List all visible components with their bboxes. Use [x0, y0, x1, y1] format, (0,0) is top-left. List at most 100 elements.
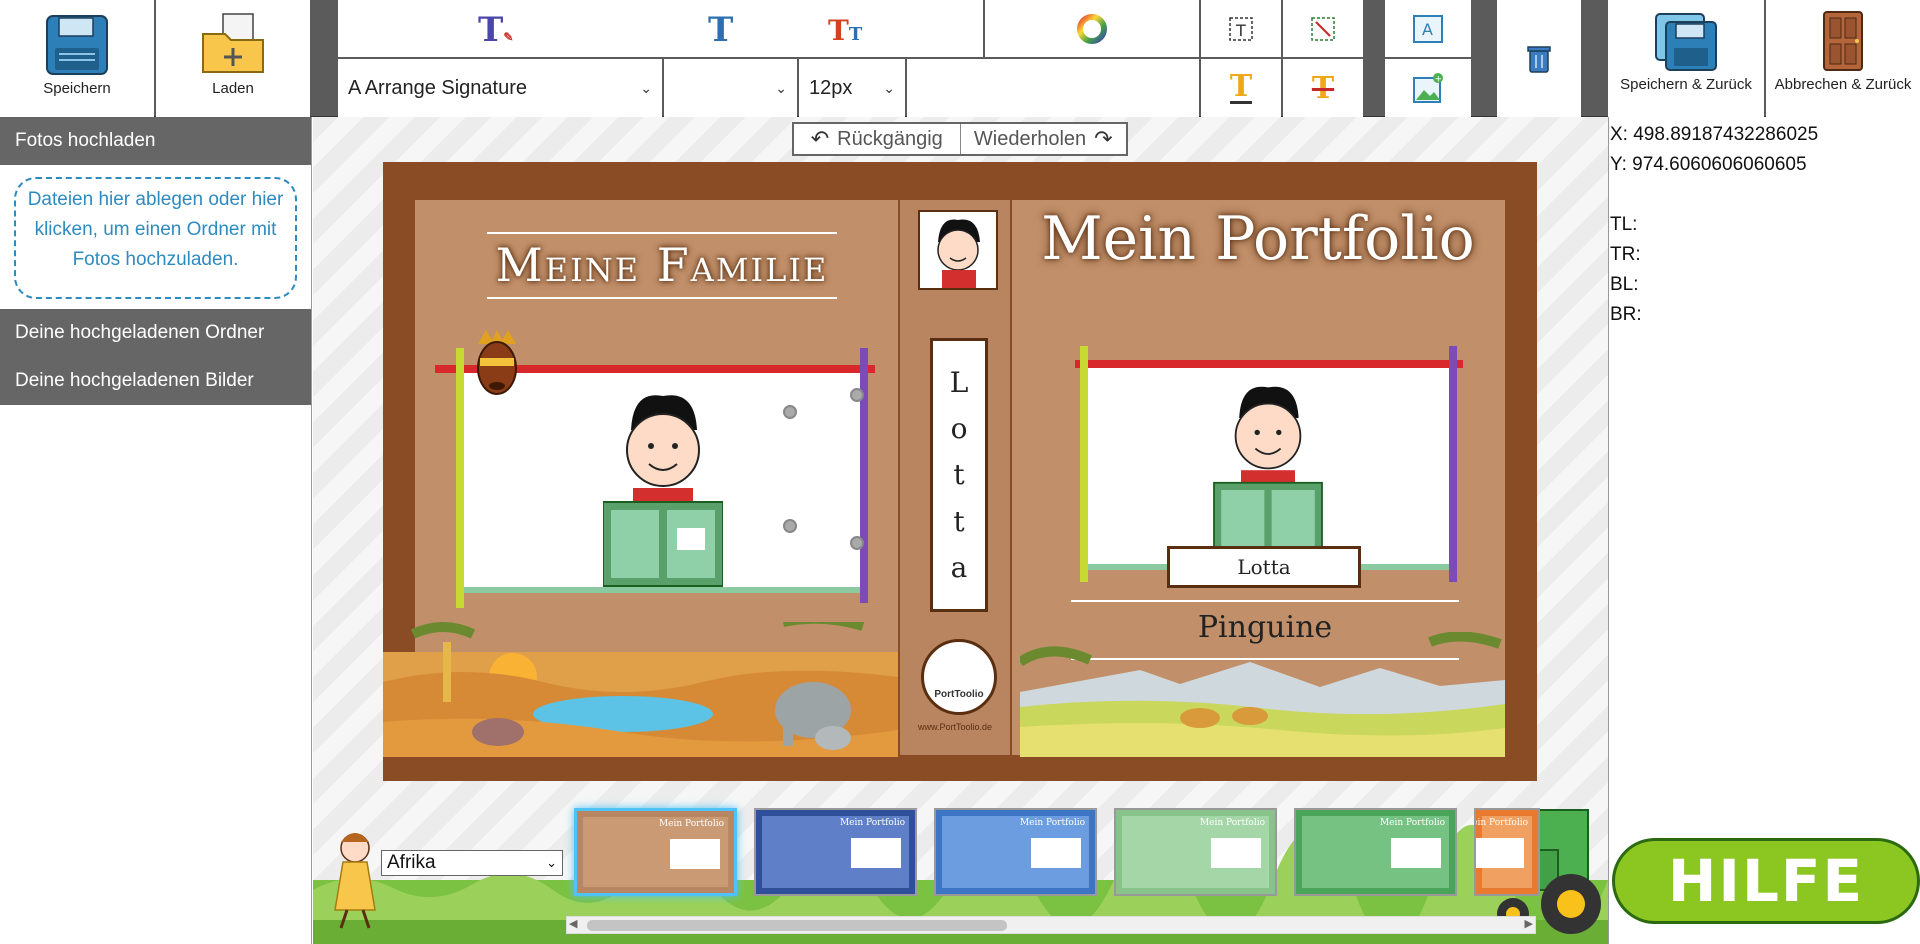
load-label: Laden	[212, 80, 254, 97]
thumbnail-title: Mein Portfolio	[839, 818, 905, 828]
divider	[487, 232, 837, 234]
thumbnail-photo	[1391, 838, 1441, 868]
thumbnail-preview: Mein Portfolio	[1122, 816, 1269, 888]
redo-label: Wiederholen	[973, 127, 1087, 150]
uploaded-section: Deine hochgeladenen Ordner Deine hochgel…	[0, 309, 311, 405]
save-and-back-button[interactable]: Speichern & Zurück	[1608, 0, 1764, 117]
x-coordinate: X: 498.89187432286025	[1610, 124, 1819, 145]
save-stack-icon	[1655, 13, 1717, 71]
svg-text:+: +	[1435, 75, 1443, 85]
template-thumbnail[interactable]: Mein Portfolio	[1474, 808, 1540, 896]
thumbnail-scrollbar[interactable]: ◀ ▶	[566, 916, 1536, 934]
top-right-corner: TR:	[1610, 244, 1641, 265]
front-title[interactable]: Mein Portfolio	[1023, 204, 1493, 274]
scroll-right-icon[interactable]: ▶	[1525, 917, 1533, 930]
chevron-down-icon: ⌄	[546, 855, 557, 870]
floppy-disk-icon	[46, 15, 108, 75]
resize-handle[interactable]	[850, 388, 864, 402]
thumbnail-title: Mein Portfolio	[1379, 818, 1445, 828]
thumbnail-photo	[1031, 838, 1081, 868]
spine-letter: t	[953, 458, 965, 492]
undo-label: Rückgängig	[837, 127, 943, 150]
spine-name-box[interactable]: L o t t a	[930, 338, 988, 612]
underline-button[interactable]: T	[1201, 59, 1281, 117]
redo-button[interactable]: Wiederholen ↷	[961, 124, 1127, 154]
porttoolio-logo: PortToolio	[921, 639, 997, 715]
save-button[interactable]: Speichern	[0, 0, 154, 117]
african-mask-icon	[477, 330, 517, 395]
theme-value: Afrika	[387, 852, 436, 873]
frame-left-stripe	[1080, 346, 1088, 582]
scroll-left-icon[interactable]: ◀	[569, 917, 577, 930]
font-weight-select[interactable]: ⌄	[664, 59, 797, 117]
savanna-landscape-back	[383, 622, 898, 757]
text-frame-button[interactable]: T	[1201, 0, 1281, 57]
resize-handle[interactable]	[783, 519, 797, 533]
text-strikethrough-icon: T	[1311, 70, 1335, 106]
template-thumbnail[interactable]: Mein Portfolio	[754, 808, 917, 896]
thumbnail-photo	[1476, 838, 1524, 868]
resize-handle[interactable]	[783, 405, 797, 419]
save-label: Speichern	[43, 80, 111, 97]
text-style-icon[interactable]: T	[708, 10, 733, 50]
name-label-box[interactable]: Lotta	[1167, 546, 1361, 588]
scrollbar-thumb[interactable]	[587, 920, 1007, 931]
folder-add-icon	[202, 13, 264, 73]
child-with-book-illustration	[1213, 386, 1323, 560]
divider	[487, 297, 837, 299]
spine-avatar[interactable]	[918, 210, 998, 290]
text-underline-icon: T	[1229, 68, 1253, 104]
template-thumbnail[interactable]: Mein Portfolio	[934, 808, 1097, 896]
text-color-field[interactable]	[907, 59, 1199, 117]
text-box-button[interactable]: A	[1385, 0, 1471, 57]
savanna-landscape-front	[1020, 632, 1505, 757]
text-color-icon[interactable]: TT	[828, 14, 862, 47]
frame-left-stripe	[456, 348, 464, 608]
portfolio-cover[interactable]: Meine Familie L o t t a PortToolio www.P…	[383, 162, 1537, 781]
y-coordinate: Y: 974.6060606060605	[1610, 154, 1807, 175]
spine-letter: t	[953, 504, 965, 538]
undo-button[interactable]: ↶ Rückgängig	[794, 124, 961, 154]
logo-text: PortToolio	[934, 689, 984, 700]
template-thumbnail[interactable]: Mein Portfolio	[1294, 808, 1457, 896]
add-text-icon[interactable]: T✎	[478, 10, 513, 50]
thumbnail-title: Mein Portfolio	[1476, 818, 1528, 828]
thumbnail-title: Mein Portfolio	[658, 819, 724, 829]
child-with-book-illustration	[603, 395, 723, 587]
image-box-button[interactable]: +	[1385, 59, 1471, 117]
cancel-and-back-label: Abbrechen & Zurück	[1774, 76, 1912, 93]
trash-icon	[1527, 45, 1551, 73]
photo-drop-zone[interactable]: Dateien hier ablegen oder hier klicken, …	[14, 177, 297, 299]
coordinates-panel: X: 498.89187432286025 Y: 974.60606060606…	[1608, 117, 1920, 944]
back-title[interactable]: Meine Familie	[487, 238, 837, 292]
strikethrough-button[interactable]: T	[1283, 59, 1363, 117]
upload-photos-heading[interactable]: Fotos hochladen	[0, 117, 311, 165]
transform-button[interactable]	[1283, 0, 1363, 57]
font-size-value: 12px	[809, 76, 853, 99]
uploaded-images-link[interactable]: Deine hochgeladenen Bilder	[0, 357, 311, 405]
load-button[interactable]: Laden	[156, 0, 310, 117]
font-size-select[interactable]: 12px ⌄	[799, 59, 905, 117]
font-family-select[interactable]: A Arrange Signature ⌄	[338, 59, 662, 117]
child-avatar-icon	[937, 219, 980, 288]
theme-select[interactable]: Afrika ⌄	[381, 850, 563, 876]
thumbnail-title: Mein Portfolio	[1199, 818, 1265, 828]
template-thumbnail[interactable]: Mein Portfolio	[574, 808, 737, 896]
door-icon	[1823, 11, 1863, 71]
uploaded-folders-link[interactable]: Deine hochgeladenen Ordner	[0, 309, 311, 357]
thumbnail-photo	[851, 838, 901, 868]
text-box-icon: A	[1413, 14, 1443, 43]
delete-button[interactable]	[1497, 0, 1581, 117]
history-controls: ↶ Rückgängig Wiederholen ↷	[792, 122, 1128, 156]
chevron-down-icon: ⌄	[883, 79, 895, 96]
template-thumbnail[interactable]: Mein Portfolio	[1114, 808, 1277, 896]
text-frame-icon: T	[1229, 16, 1253, 41]
color-wheel-icon	[1077, 13, 1107, 44]
help-button[interactable]: HILFE	[1612, 838, 1920, 924]
resize-handle[interactable]	[850, 536, 864, 550]
color-wheel-cell[interactable]	[985, 0, 1199, 57]
divider	[1071, 600, 1459, 602]
svg-text:A: A	[1422, 20, 1433, 39]
cancel-and-back-button[interactable]: Abbrechen & Zurück	[1766, 0, 1920, 117]
spine-letter: o	[950, 412, 968, 446]
